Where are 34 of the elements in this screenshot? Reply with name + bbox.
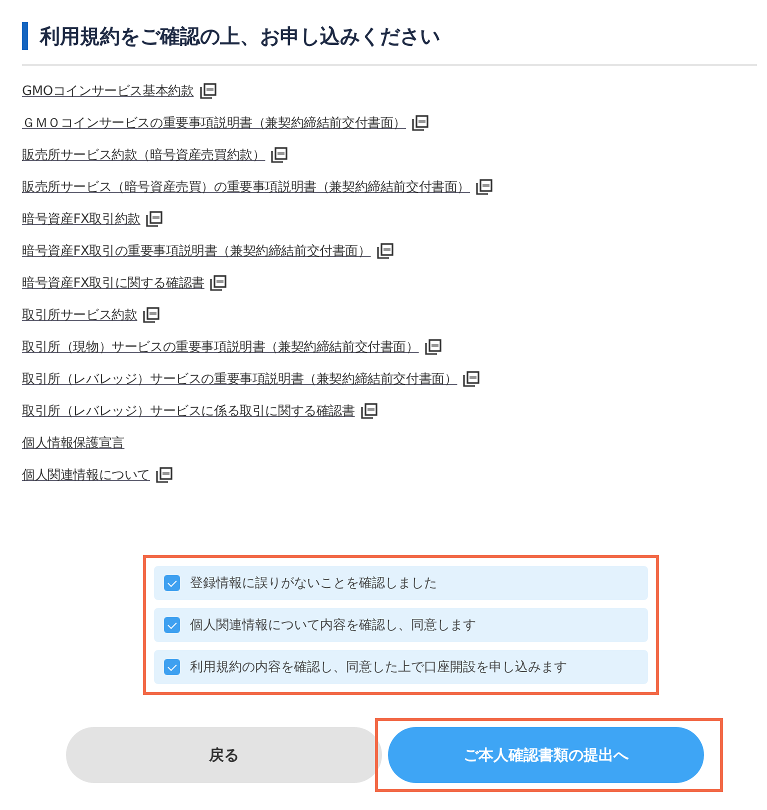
document-link[interactable]: ＧＭＯコインサービスの重要事項説明書（兼契約締結前交付書面） [22, 114, 406, 132]
document-link[interactable]: 販売所サービス（暗号資産売買）の重要事項説明書（兼契約締結前交付書面） [22, 178, 470, 196]
pdf-icon[interactable] [376, 242, 394, 258]
document-link[interactable]: 取引所（レバレッジ）サービスの重要事項説明書（兼契約締結前交付書面） [22, 370, 458, 388]
pdf-icon[interactable] [476, 178, 494, 194]
document-link[interactable]: 暗号資産FX取引に関する確認書 [22, 274, 204, 292]
document-link[interactable]: 個人関連情報について [22, 466, 150, 484]
pdf-icon[interactable] [210, 274, 228, 290]
document-link[interactable]: GMOコインサービス基本約款 [22, 82, 194, 100]
pdf-icon[interactable] [271, 146, 288, 162]
pdf-icon[interactable] [156, 466, 174, 482]
checkbox[interactable] [164, 575, 180, 591]
checkbox[interactable] [164, 659, 180, 675]
pdf-icon[interactable] [360, 402, 378, 418]
document-link[interactable]: 暗号資産FX取引の重要事項説明書（兼契約締結前交付書面） [22, 242, 371, 260]
back-button[interactable]: 戻る [66, 727, 382, 783]
document-link[interactable]: 販売所サービス約款（暗号資産売買約款） [22, 146, 266, 164]
pdf-icon[interactable] [412, 114, 430, 130]
section-heading: 利用規約をご確認の上、お申し込みください [40, 22, 440, 50]
agreement-label: 個人関連情報について内容を確認し、同意します [190, 617, 476, 634]
checkbox[interactable] [164, 617, 180, 633]
agreement-label: 登録情報に誤りがないことを確認しました [190, 575, 437, 592]
document-link[interactable]: 暗号資産FX取引約款 [22, 210, 140, 228]
agreement-label: 利用規約の内容を確認し、同意した上で口座開設を申し込みます [190, 659, 567, 676]
pdf-icon[interactable] [200, 82, 217, 98]
pdf-icon[interactable] [463, 370, 480, 386]
document-link[interactable]: 取引所サービス約款 [22, 306, 138, 324]
document-link[interactable]: 取引所（現物）サービスの重要事項説明書（兼契約締結前交付書面） [22, 338, 419, 356]
pdf-icon[interactable] [146, 210, 164, 226]
pdf-icon[interactable] [143, 306, 160, 322]
document-link[interactable]: 個人情報保護宣言 [22, 434, 124, 452]
heading-accent-bar [22, 22, 28, 50]
pdf-icon[interactable] [424, 338, 442, 354]
document-link[interactable]: 取引所（レバレッジ）サービスに係る取引に関する確認書 [22, 402, 355, 420]
